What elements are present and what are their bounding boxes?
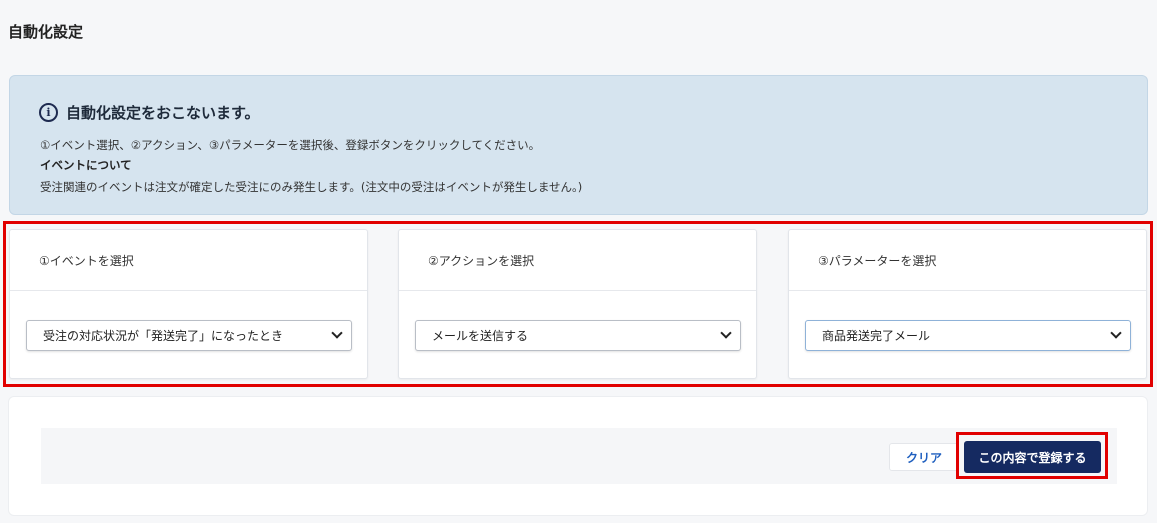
info-heading-text: 自動化設定をおこないます。 xyxy=(66,104,260,122)
info-instruction: ①イベント選択、②アクション、③パラメーターを選択後、登録ボタンをクリックしてく… xyxy=(40,138,541,152)
info-box: i 自動化設定をおこないます。 ①イベント選択、②アクション、③パラメーターを選… xyxy=(9,75,1148,215)
highlight-frame-panels xyxy=(3,221,1153,387)
highlight-frame-submit xyxy=(956,432,1108,479)
info-circle-icon: i xyxy=(39,103,58,122)
info-subheading: イベントについて xyxy=(40,158,132,172)
info-heading: i 自動化設定をおこないます。 xyxy=(39,102,260,123)
info-note: 受注関連のイベントは注文が確定した受注にのみ発生します。(注文中の受注はイベント… xyxy=(40,180,583,194)
page-title: 自動化設定 xyxy=(8,23,84,41)
clear-button[interactable]: クリア xyxy=(889,443,959,471)
